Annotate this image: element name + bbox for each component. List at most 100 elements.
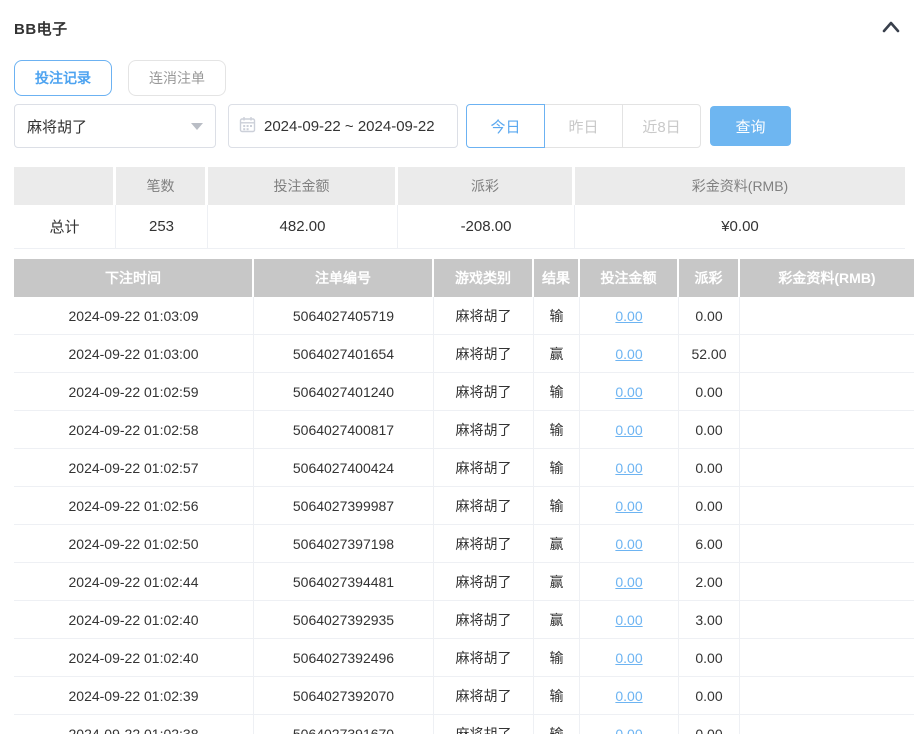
cell-bonus — [740, 677, 914, 715]
cell-bet-time: 2024-09-22 01:02:38 — [14, 715, 254, 734]
cell-result: 赢 — [534, 335, 580, 373]
col-header-bet-time: 下注时间 — [14, 259, 254, 297]
cell-result: 赢 — [534, 525, 580, 563]
cell-bet-time: 2024-09-22 01:03:00 — [14, 335, 254, 373]
page-title: BB电子 — [14, 18, 68, 39]
summary-header-count: 笔数 — [116, 167, 208, 205]
bet-amount-link[interactable]: 0.00 — [615, 460, 642, 476]
cell-bonus — [740, 373, 914, 411]
filter-bar: 麻将胡了 2024-09-22 ~ 2024-09-22 今日 昨日 近8日 查… — [14, 104, 914, 148]
game-select[interactable]: 麻将胡了 — [14, 104, 216, 148]
cell-payout: 0.00 — [679, 449, 740, 487]
cell-order-no: 5064027399987 — [254, 487, 434, 525]
cell-order-no: 5064027392935 — [254, 601, 434, 639]
bet-amount-link[interactable]: 0.00 — [615, 308, 642, 324]
cell-bonus — [740, 335, 914, 373]
bet-amount-link[interactable]: 0.00 — [615, 650, 642, 666]
today-button[interactable]: 今日 — [466, 104, 545, 148]
cell-bonus — [740, 297, 914, 335]
record-tabs: 投注记录 连消注单 — [14, 60, 914, 96]
bet-amount-link[interactable]: 0.00 — [615, 612, 642, 628]
table-row: 2024-09-22 01:03:00 5064027401654 麻将胡了 赢… — [14, 335, 914, 373]
cell-payout: 0.00 — [679, 297, 740, 335]
cell-bet-amount: 0.00 — [580, 639, 679, 677]
summary-total-label: 总计 — [14, 205, 116, 249]
cell-game-type: 麻将胡了 — [434, 373, 534, 411]
cell-result: 输 — [534, 487, 580, 525]
table-row: 2024-09-22 01:02:44 5064027394481 麻将胡了 赢… — [14, 563, 914, 601]
quick-range-group: 今日 昨日 近8日 — [466, 104, 701, 148]
summary-header-bonus: 彩金资料(RMB) — [575, 167, 905, 205]
cell-bet-amount: 0.00 — [580, 411, 679, 449]
cell-game-type: 麻将胡了 — [434, 449, 534, 487]
cell-bonus — [740, 639, 914, 677]
summary-total-payout: -208.00 — [398, 205, 575, 249]
cell-game-type: 麻将胡了 — [434, 715, 534, 734]
cell-payout: 6.00 — [679, 525, 740, 563]
table-row: 2024-09-22 01:02:40 5064027392496 麻将胡了 输… — [14, 639, 914, 677]
cell-order-no: 5064027400424 — [254, 449, 434, 487]
cell-bet-amount: 0.00 — [580, 563, 679, 601]
summary-total-bet-amount: 482.00 — [208, 205, 398, 249]
cell-bet-amount: 0.00 — [580, 601, 679, 639]
cell-order-no: 5064027392070 — [254, 677, 434, 715]
summary-header-payout: 派彩 — [398, 167, 575, 205]
cell-game-type: 麻将胡了 — [434, 335, 534, 373]
cell-bet-amount: 0.00 — [580, 487, 679, 525]
last-8-days-button[interactable]: 近8日 — [622, 104, 701, 148]
cell-payout: 3.00 — [679, 601, 740, 639]
cell-game-type: 麻将胡了 — [434, 487, 534, 525]
bet-amount-link[interactable]: 0.00 — [615, 688, 642, 704]
cell-bonus — [740, 411, 914, 449]
cell-bet-time: 2024-09-22 01:02:57 — [14, 449, 254, 487]
cell-bet-time: 2024-09-22 01:02:56 — [14, 487, 254, 525]
cell-result: 赢 — [534, 563, 580, 601]
cell-payout: 0.00 — [679, 487, 740, 525]
cell-game-type: 麻将胡了 — [434, 297, 534, 335]
cell-bet-amount: 0.00 — [580, 449, 679, 487]
game-select-value: 麻将胡了 — [27, 116, 87, 137]
bet-amount-link[interactable]: 0.00 — [615, 346, 642, 362]
date-range-input[interactable]: 2024-09-22 ~ 2024-09-22 — [228, 104, 458, 148]
bet-amount-link[interactable]: 0.00 — [615, 574, 642, 590]
query-button[interactable]: 查询 — [710, 106, 791, 146]
cell-result: 输 — [534, 677, 580, 715]
cell-bet-amount: 0.00 — [580, 525, 679, 563]
cell-payout: 0.00 — [679, 373, 740, 411]
summary-header-bet-amount: 投注金额 — [208, 167, 398, 205]
col-header-result: 结果 — [534, 259, 580, 297]
col-header-bet-amount: 投注金额 — [580, 259, 679, 297]
table-row: 2024-09-22 01:02:39 5064027392070 麻将胡了 输… — [14, 677, 914, 715]
cell-bonus — [740, 563, 914, 601]
calendar-icon — [239, 116, 256, 137]
caret-down-icon — [191, 123, 203, 130]
cell-bet-time: 2024-09-22 01:02:40 — [14, 639, 254, 677]
bet-amount-link[interactable]: 0.00 — [615, 726, 642, 734]
bet-amount-link[interactable]: 0.00 — [615, 422, 642, 438]
betting-records-panel: BB电子 投注记录 连消注单 麻将胡了 2024-09-22 ~ 2024-09… — [0, 0, 914, 734]
collapse-button[interactable] — [880, 17, 902, 39]
cell-result: 输 — [534, 639, 580, 677]
tab-cancelled-orders[interactable]: 连消注单 — [128, 60, 226, 96]
table-body: 2024-09-22 01:03:09 5064027405719 麻将胡了 输… — [14, 297, 914, 734]
summary-total-bonus: ¥0.00 — [575, 205, 905, 249]
cell-payout: 0.00 — [679, 677, 740, 715]
cell-bonus — [740, 487, 914, 525]
bet-amount-link[interactable]: 0.00 — [615, 498, 642, 514]
tab-betting-records[interactable]: 投注记录 — [14, 60, 112, 96]
bet-amount-link[interactable]: 0.00 — [615, 536, 642, 552]
cell-game-type: 麻将胡了 — [434, 525, 534, 563]
yesterday-button[interactable]: 昨日 — [544, 104, 623, 148]
cell-result: 输 — [534, 449, 580, 487]
cell-order-no: 5064027397198 — [254, 525, 434, 563]
table-row: 2024-09-22 01:03:09 5064027405719 麻将胡了 输… — [14, 297, 914, 335]
cell-bet-time: 2024-09-22 01:02:59 — [14, 373, 254, 411]
cell-payout: 0.00 — [679, 639, 740, 677]
cell-bet-time: 2024-09-22 01:02:39 — [14, 677, 254, 715]
bet-amount-link[interactable]: 0.00 — [615, 384, 642, 400]
bet-records-table: 下注时间 注单编号 游戏类别 结果 投注金额 派彩 彩金资料(RMB) 2024… — [14, 259, 914, 734]
cell-game-type: 麻将胡了 — [434, 601, 534, 639]
cell-payout: 52.00 — [679, 335, 740, 373]
cell-bet-time: 2024-09-22 01:02:40 — [14, 601, 254, 639]
cell-bet-amount: 0.00 — [580, 373, 679, 411]
